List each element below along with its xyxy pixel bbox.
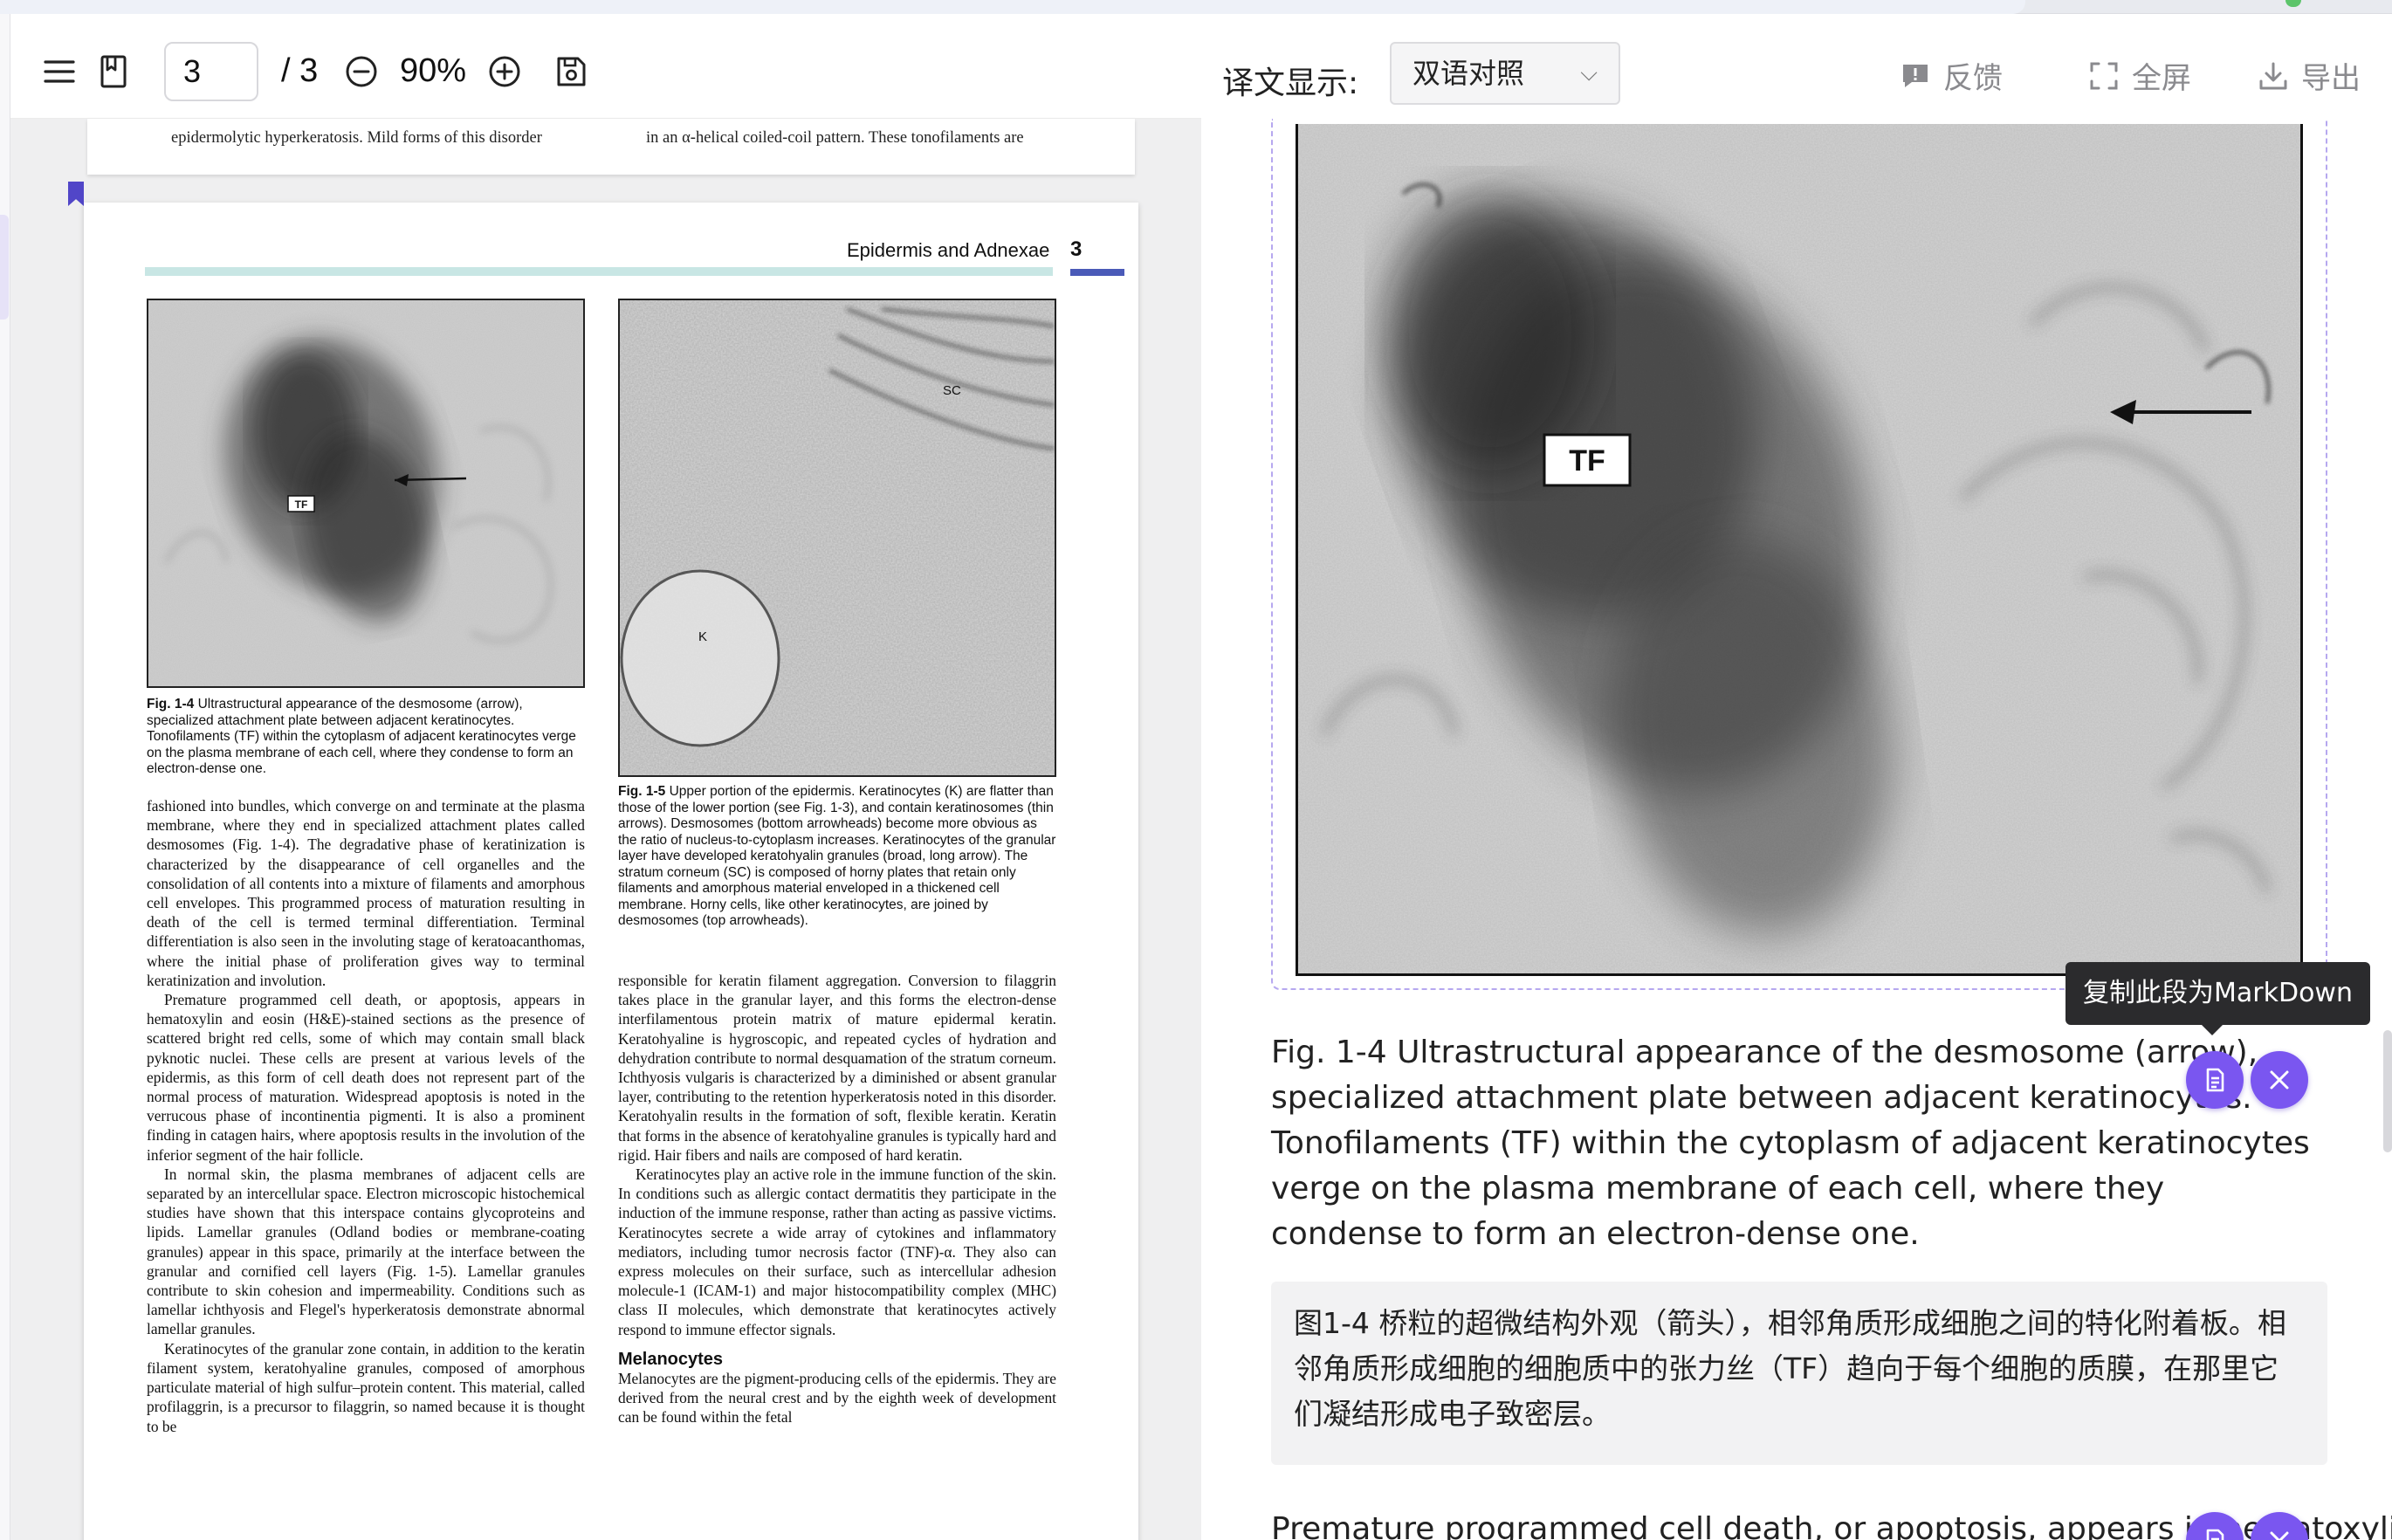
- section-heading: Melanocytes: [618, 1349, 724, 1369]
- figure-1-5-caption-text: Upper portion of the epidermis. Keratino…: [618, 784, 1056, 928]
- translated-paragraph: 图1-4 桥粒的超微结构外观（箭头），相邻角质形成细胞之间的特化附着板。相邻角质…: [1271, 1282, 2327, 1465]
- prev-page-text-left: epidermolytic hyperkeratosis. Mild forms…: [171, 129, 542, 147]
- export-button[interactable]: 导出: [2258, 54, 2361, 97]
- figure-1-5-label-sc: SC: [943, 383, 961, 398]
- figure-1-5-caption: Fig. 1-5 Upper portion of the epidermis.…: [618, 784, 1056, 930]
- prev-page-text-right: in an α-helical coiled-coil pattern. The…: [646, 129, 1024, 147]
- browser-top-strip: [0, 0, 2392, 14]
- body-column-left: fashioned into bundles, which converge o…: [147, 796, 585, 1436]
- body-paragraph: Keratinocytes play an active role in the…: [618, 1165, 1056, 1338]
- body-paragraph: responsible for keratin filament aggrega…: [618, 972, 1056, 1164]
- source-paragraph-next: Premature programmed cell death, or apop…: [1271, 1511, 2392, 1540]
- close-icon: [2270, 1070, 2289, 1090]
- close-button[interactable]: [2251, 1051, 2308, 1109]
- chevron-down-icon: ⌵: [1580, 60, 1598, 86]
- zoom-out-icon[interactable]: [344, 54, 379, 89]
- document-area[interactable]: epidermolytic hyperkeratosis. Mild forms…: [10, 119, 1201, 1540]
- figure-1-4-caption-text: Ultrastructural appearance of the desmos…: [147, 697, 576, 776]
- fullscreen-label: 全屏: [2132, 61, 2191, 96]
- page-number: 3: [1070, 237, 1083, 261]
- pdf-toolbar: 3 / 3 90%: [10, 14, 1201, 119]
- translation-toolbar: 译文显示: 双语对照 ⌵ 反馈 全屏 导出: [1201, 14, 2392, 119]
- figure-1-5-caption-label: Fig. 1-5: [618, 784, 666, 799]
- body-column-right: responsible for keratin filament aggrega…: [618, 971, 1056, 1427]
- figure-1-4-caption: Fig. 1-4 Ultrastructural appearance of t…: [147, 697, 585, 778]
- figure-1-4-enlarged: TF: [1296, 124, 2303, 976]
- feedback-button[interactable]: 反馈: [1900, 54, 2003, 97]
- header-rule: [145, 267, 1053, 276]
- export-label: 导出: [2301, 61, 2361, 96]
- display-mode-label: 译文显示:: [1222, 65, 1359, 101]
- display-mode-select[interactable]: 双语对照 ⌵: [1390, 42, 1620, 105]
- feedback-icon: [1903, 64, 1928, 87]
- previous-page-fragment: epidermolytic hyperkeratosis. Mild forms…: [87, 119, 1135, 175]
- status-dot: [2285, 0, 2301, 7]
- browser-tab-area: [0, 0, 2025, 14]
- copy-icon: [2206, 1068, 2224, 1092]
- pdf-viewer-pane: 3 / 3 90% epidermolytic hyperkeratosis. …: [0, 14, 1201, 1540]
- source-paragraph: Fig. 1-4 Ultrastructural appearance of t…: [1271, 1035, 2310, 1252]
- page-bookmark-icon[interactable]: [68, 182, 84, 206]
- download-icon: [2259, 62, 2287, 89]
- fullscreen-icon: [2090, 62, 2118, 89]
- figure-1-4-caption-label: Fig. 1-4: [147, 697, 195, 712]
- copy-markdown-tooltip: 复制此段为MarkDown: [2066, 962, 2370, 1035]
- feedback-label: 反馈: [1943, 61, 2003, 96]
- scrollbar-thumb[interactable]: [2383, 1030, 2392, 1152]
- sidebar-selection-indicator: [0, 215, 9, 320]
- fullscreen-button[interactable]: 全屏: [2088, 54, 2191, 97]
- bookmark-icon[interactable]: [96, 54, 131, 89]
- figure-1-5-label-k: K: [698, 629, 707, 644]
- body-paragraph: fashioned into bundles, which converge o…: [147, 797, 585, 989]
- body-paragraph: In normal skin, the plasma membranes of …: [147, 1165, 585, 1338]
- header-rule-accent: [1070, 269, 1124, 276]
- figure-enlarged-label: TF: [1569, 444, 1605, 478]
- zoom-level: 90%: [400, 52, 467, 89]
- zoom-in-icon[interactable]: [487, 54, 522, 89]
- body-paragraph: Keratinocytes of the granular zone conta…: [147, 1339, 585, 1435]
- display-mode-value: 双语对照: [1413, 57, 1525, 90]
- page-total: / 3: [281, 52, 319, 89]
- running-head: Epidermis and Adnexae: [847, 239, 1050, 261]
- figure-1-4-image: TF: [147, 299, 585, 688]
- copy-markdown-button[interactable]: [2186, 1051, 2244, 1109]
- body-paragraph: Melanocytes are the pigment-producing ce…: [618, 1370, 1056, 1427]
- menu-icon[interactable]: [42, 54, 77, 89]
- copy-icon: [2206, 1529, 2224, 1540]
- pdf-page: Epidermis and Adnexae 3 TF Fig. 1-4 Ultr…: [84, 203, 1138, 1540]
- translation-pane: 译文显示: 双语对照 ⌵ 反馈 全屏 导出 TF Fig. 1-4 Ultras…: [1201, 14, 2392, 1540]
- figure-1-5-image: SC K: [618, 299, 1056, 777]
- body-paragraph: Premature programmed cell death, or apop…: [147, 991, 585, 1164]
- save-icon[interactable]: [553, 54, 588, 89]
- figure-1-4-label: TF: [295, 498, 308, 511]
- page-number-input[interactable]: 3: [164, 42, 258, 101]
- close-icon: [2270, 1531, 2289, 1540]
- sidebar-edge: [0, 14, 10, 1540]
